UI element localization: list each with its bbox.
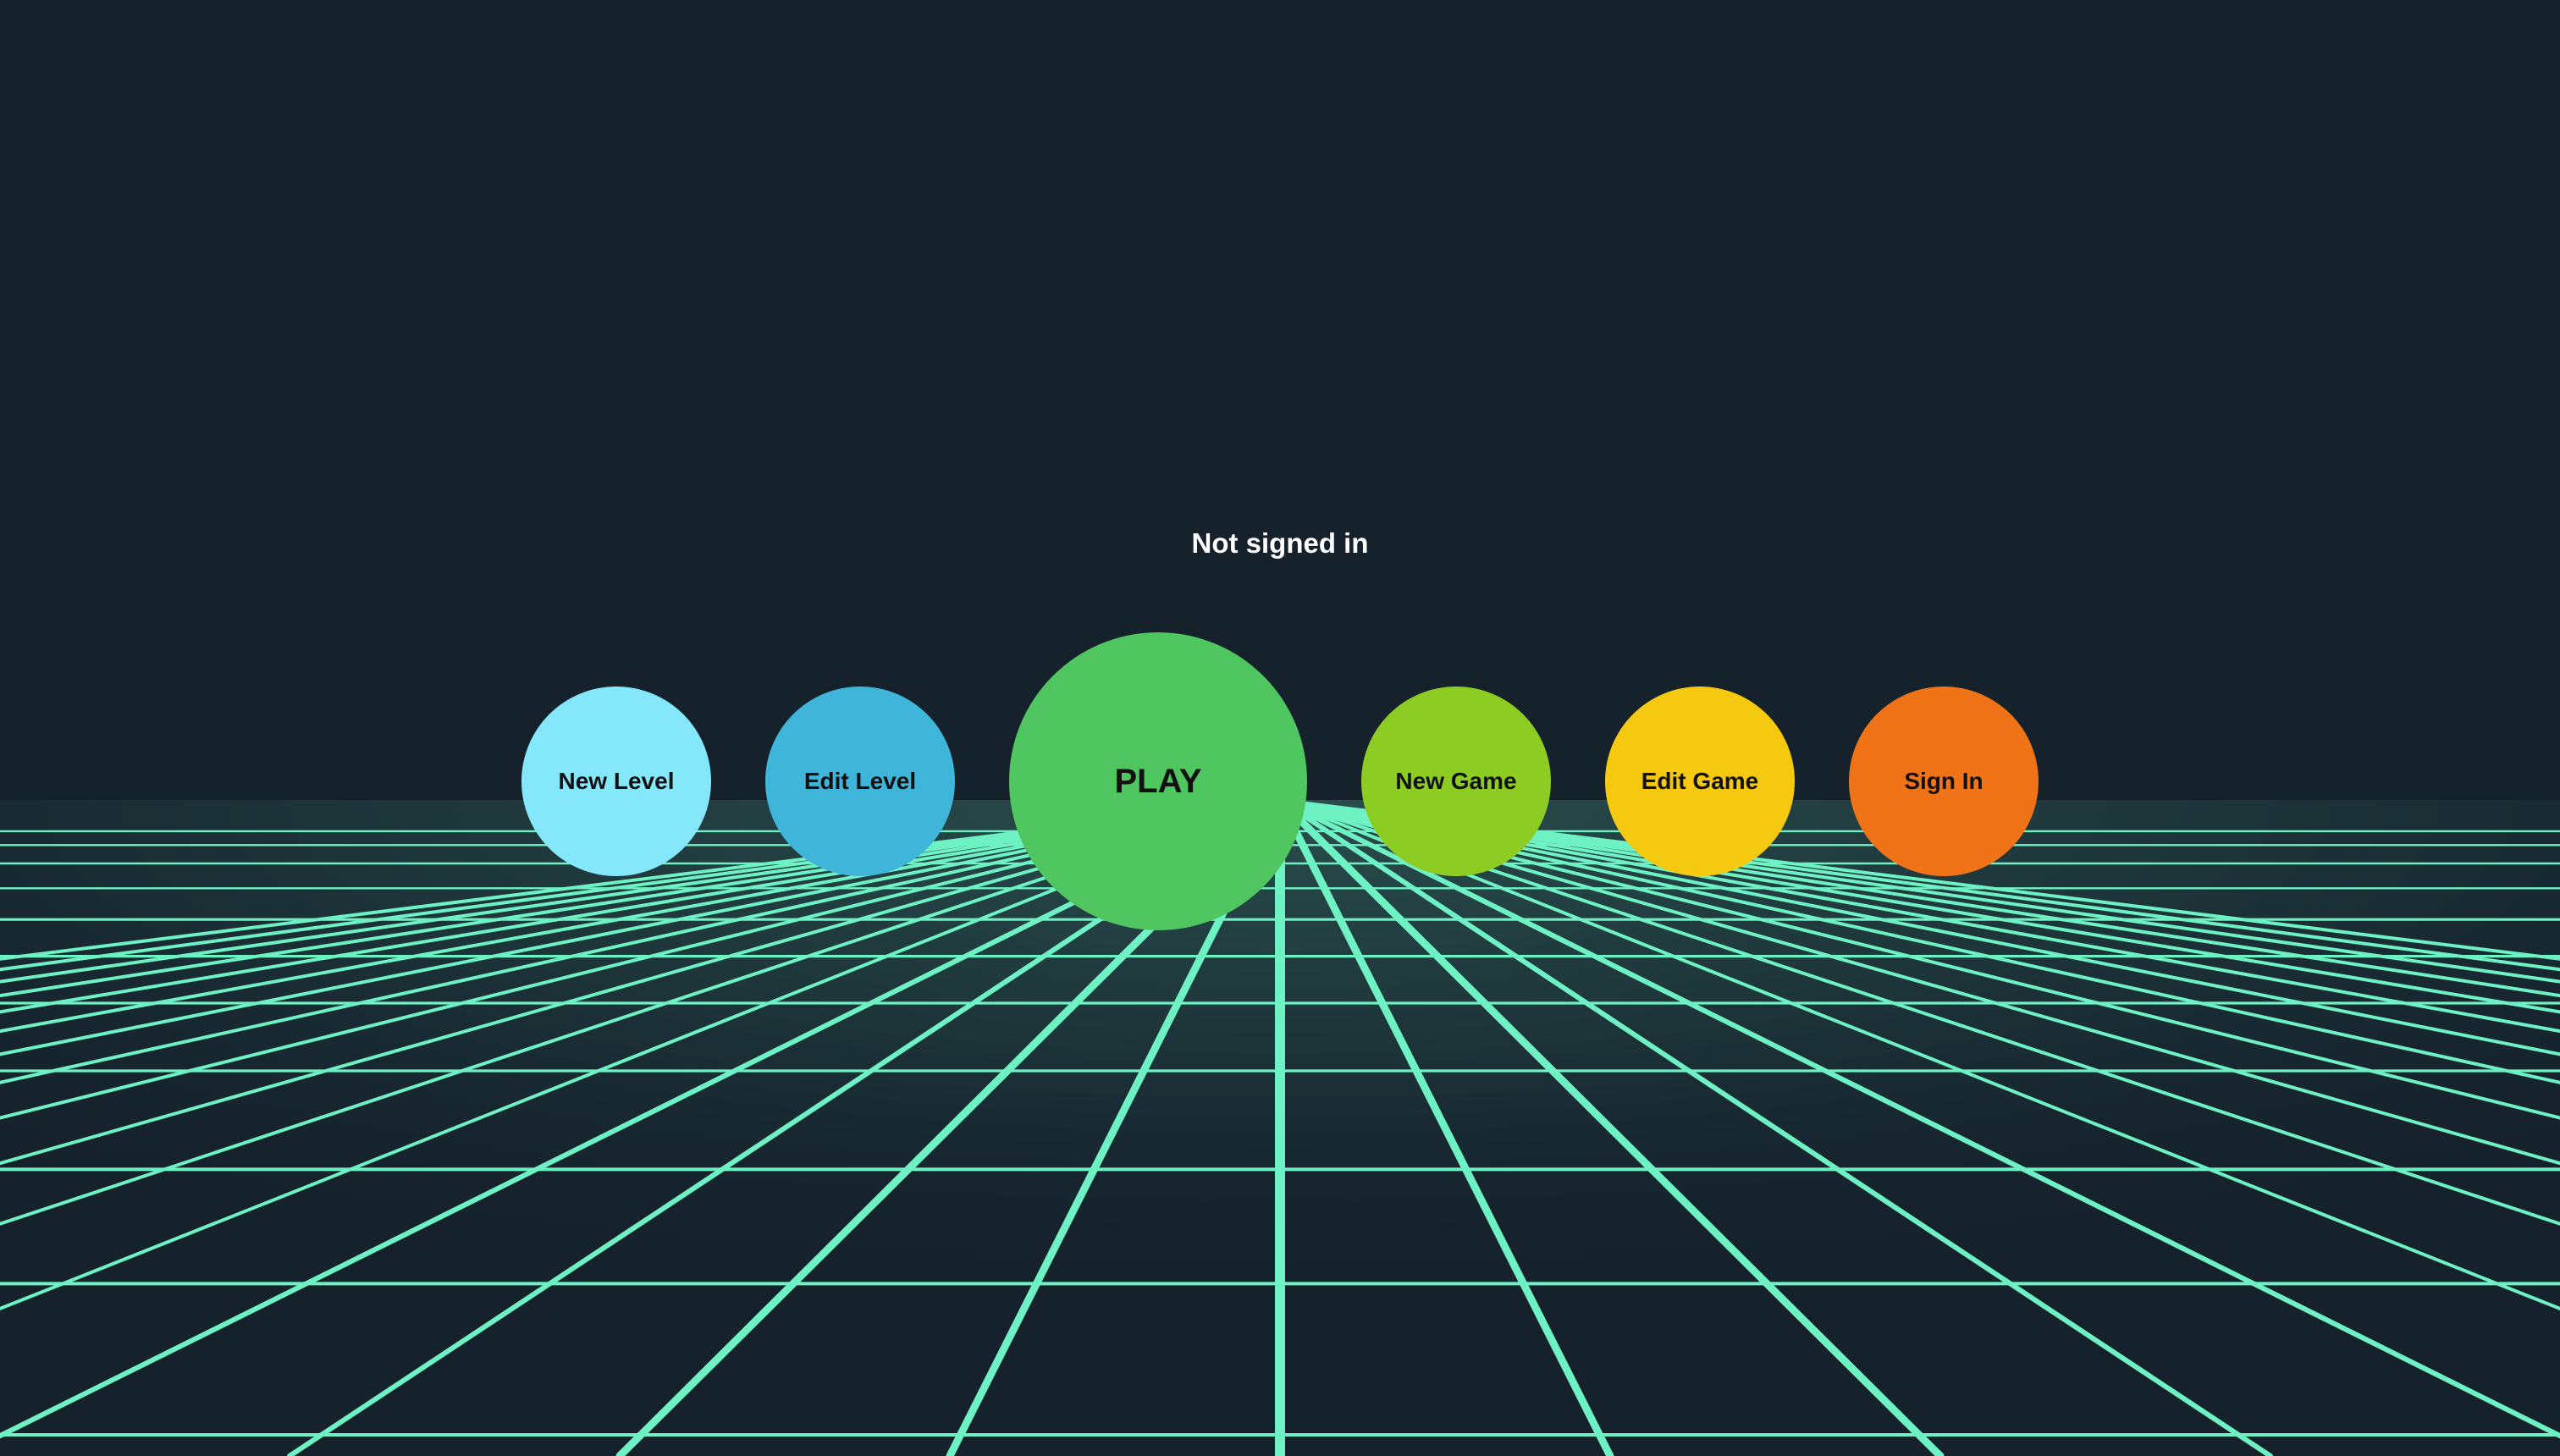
sign-in-label: Sign In (1904, 768, 1983, 794)
edit-level-button[interactable]: Edit Level (765, 687, 955, 876)
edit-game-button[interactable]: Edit Game (1605, 687, 1795, 876)
new-level-button[interactable]: New Level (521, 687, 711, 876)
sign-in-status: Not signed in (1191, 527, 1369, 559)
play-label: PLAY (1114, 762, 1202, 800)
sign-in-button[interactable]: Sign In (1849, 687, 2039, 876)
play-button[interactable]: PLAY (1009, 632, 1307, 930)
edit-level-label: Edit Level (803, 768, 917, 794)
edit-game-label: Edit Game (1641, 768, 1759, 794)
new-game-button[interactable]: New Game (1361, 687, 1551, 876)
new-level-label: New Level (558, 768, 675, 794)
main-menu-screen: Not signed in New Level Edit Level PLAY … (0, 0, 2560, 1456)
new-game-label: New Game (1395, 768, 1517, 794)
